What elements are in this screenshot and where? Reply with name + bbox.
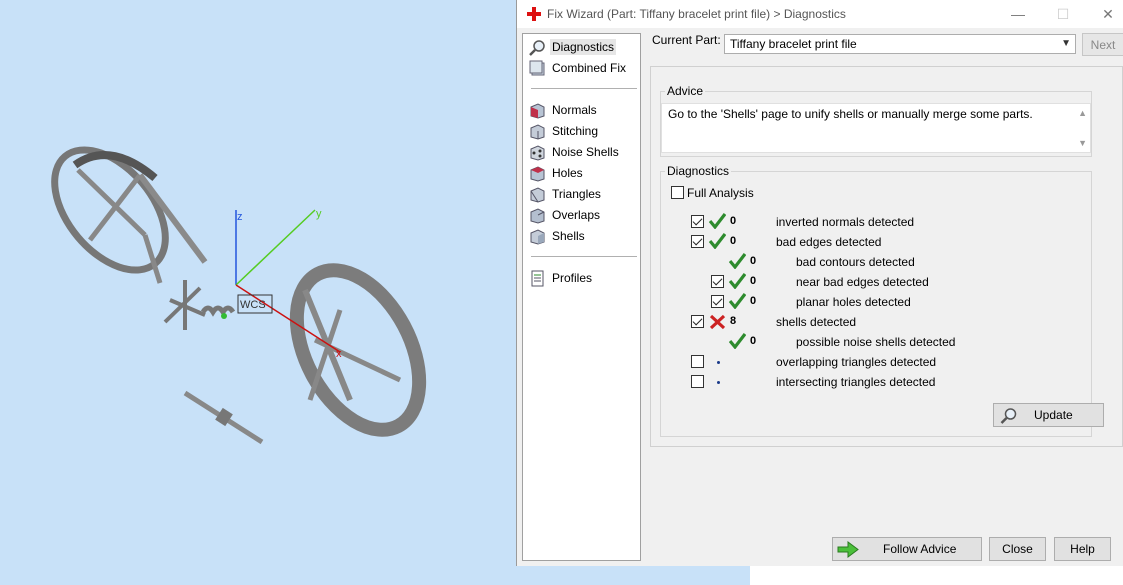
nav-item-triangles[interactable]: Triangles <box>529 184 637 204</box>
maximize-icon: ☐ <box>1056 6 1070 22</box>
diagnostics-title: Diagnostics <box>665 164 732 178</box>
row-label: planar holes detected <box>796 295 911 309</box>
row-label: inverted normals detected <box>776 215 915 229</box>
axis-x-label: x <box>336 348 342 360</box>
row-count: 0 <box>750 275 757 287</box>
red-x-icon <box>709 314 726 330</box>
row-label: bad contours detected <box>796 255 915 269</box>
overlaps-cube-icon <box>530 207 545 224</box>
row-label: near bad edges detected <box>796 275 929 289</box>
row-checkbox-bad-edges[interactable] <box>691 235 704 248</box>
update-button[interactable]: Update <box>993 403 1104 427</box>
nav-item-combined-fix[interactable]: Combined Fix <box>529 58 637 78</box>
row-checkbox-near-bad-edges[interactable] <box>711 275 724 288</box>
green-check-icon <box>729 253 746 269</box>
nav-item-profiles[interactable]: Profiles <box>529 268 637 288</box>
nav-item-diagnostics[interactable]: Diagnostics <box>529 37 637 57</box>
row-checkbox-shells[interactable] <box>691 315 704 328</box>
nav-item-stitching[interactable]: Stitching <box>529 121 637 141</box>
scroll-down-icon[interactable]: ▼ <box>1078 138 1087 148</box>
advice-title: Advice <box>665 84 706 98</box>
document-icon <box>531 270 544 286</box>
follow-advice-label: Follow Advice <box>883 542 957 556</box>
full-analysis-label: Full Analysis <box>687 186 754 200</box>
row-count: 8 <box>730 315 737 327</box>
green-check-icon <box>709 233 726 249</box>
row-count: 0 <box>750 295 757 307</box>
axis-z-label: z <box>237 211 243 223</box>
axis-y-label: y <box>316 208 322 220</box>
row-checkbox-overlapping-triangles[interactable] <box>691 355 704 368</box>
green-check-icon <box>729 333 746 349</box>
follow-advice-button[interactable]: Follow Advice <box>832 537 982 561</box>
wcs-label: WCS <box>240 299 266 311</box>
scroll-up-icon[interactable]: ▲ <box>1078 108 1087 118</box>
row-checkbox-planar-holes[interactable] <box>711 295 724 308</box>
row-count: 0 <box>730 215 737 227</box>
row-label: overlapping triangles detected <box>776 355 937 369</box>
nav-item-noise-shells[interactable]: Noise Shells <box>529 142 637 162</box>
green-check-icon <box>709 213 726 229</box>
magnifier-icon <box>529 39 545 56</box>
nav-separator <box>531 256 637 257</box>
current-part-select[interactable]: Tiffany bracelet print file ▼ <box>724 34 1076 54</box>
bracelet-part-left <box>51 146 208 284</box>
close-window-icon[interactable]: ✕ <box>1094 2 1122 26</box>
advice-textbox[interactable]: Go to the 'Shells' page to unify shells … <box>661 103 1091 153</box>
app-red-cross-icon <box>527 7 541 21</box>
pending-dot-icon <box>717 381 720 384</box>
pending-dot-icon <box>717 361 720 364</box>
update-label: Update <box>1034 408 1073 422</box>
stitching-cube-icon <box>530 123 545 140</box>
next-button: Next <box>1082 33 1123 56</box>
full-analysis-checkbox[interactable] <box>671 186 684 199</box>
row-label: possible noise shells detected <box>796 335 956 349</box>
wizard-nav-list: Diagnostics Combined Fix Normals Stitchi… <box>522 33 641 561</box>
nav-item-overlaps[interactable]: Overlaps <box>529 205 637 225</box>
shells-cube-icon <box>530 228 545 245</box>
normals-cube-icon <box>530 102 545 119</box>
green-check-icon <box>729 273 746 289</box>
row-count: 0 <box>730 235 737 247</box>
green-arrow-right-icon <box>837 541 859 558</box>
nav-separator <box>531 88 637 89</box>
fix-wizard-dialog: Fix Wizard (Part: Tiffany bracelet print… <box>516 0 1123 566</box>
row-label: bad edges detected <box>776 235 882 249</box>
title-bar[interactable]: Fix Wizard (Part: Tiffany bracelet print… <box>517 0 1123 28</box>
current-part-value: Tiffany bracelet print file <box>730 37 857 51</box>
help-button[interactable]: Help <box>1054 537 1111 561</box>
holes-cube-icon <box>530 165 545 182</box>
row-label: intersecting triangles detected <box>776 375 936 389</box>
magnifier-icon <box>1000 408 1017 424</box>
row-checkbox-inverted-normals[interactable] <box>691 215 704 228</box>
combined-fix-icon <box>529 60 545 75</box>
bracelet-part-right <box>289 263 427 437</box>
noise-shells-icon <box>530 144 545 161</box>
viewport-strip <box>750 566 1123 585</box>
triangles-cube-icon <box>530 186 545 203</box>
nav-item-shells[interactable]: Shells <box>529 226 637 246</box>
chevron-down-icon: ▼ <box>1061 38 1071 49</box>
advice-text: Go to the 'Shells' page to unify shells … <box>668 107 1033 121</box>
row-checkbox-intersecting-triangles[interactable] <box>691 375 704 388</box>
close-button[interactable]: Close <box>989 537 1046 561</box>
minimize-icon[interactable]: — <box>1004 2 1032 26</box>
row-count: 0 <box>750 335 757 347</box>
nav-item-holes[interactable]: Holes <box>529 163 637 183</box>
current-part-label: Current Part: <box>652 33 721 47</box>
dialog-title: Fix Wizard (Part: Tiffany bracelet print… <box>547 7 846 21</box>
nav-item-normals[interactable]: Normals <box>529 100 637 120</box>
green-check-icon <box>729 293 746 309</box>
row-label: shells detected <box>776 315 857 329</box>
row-count: 0 <box>750 255 757 267</box>
